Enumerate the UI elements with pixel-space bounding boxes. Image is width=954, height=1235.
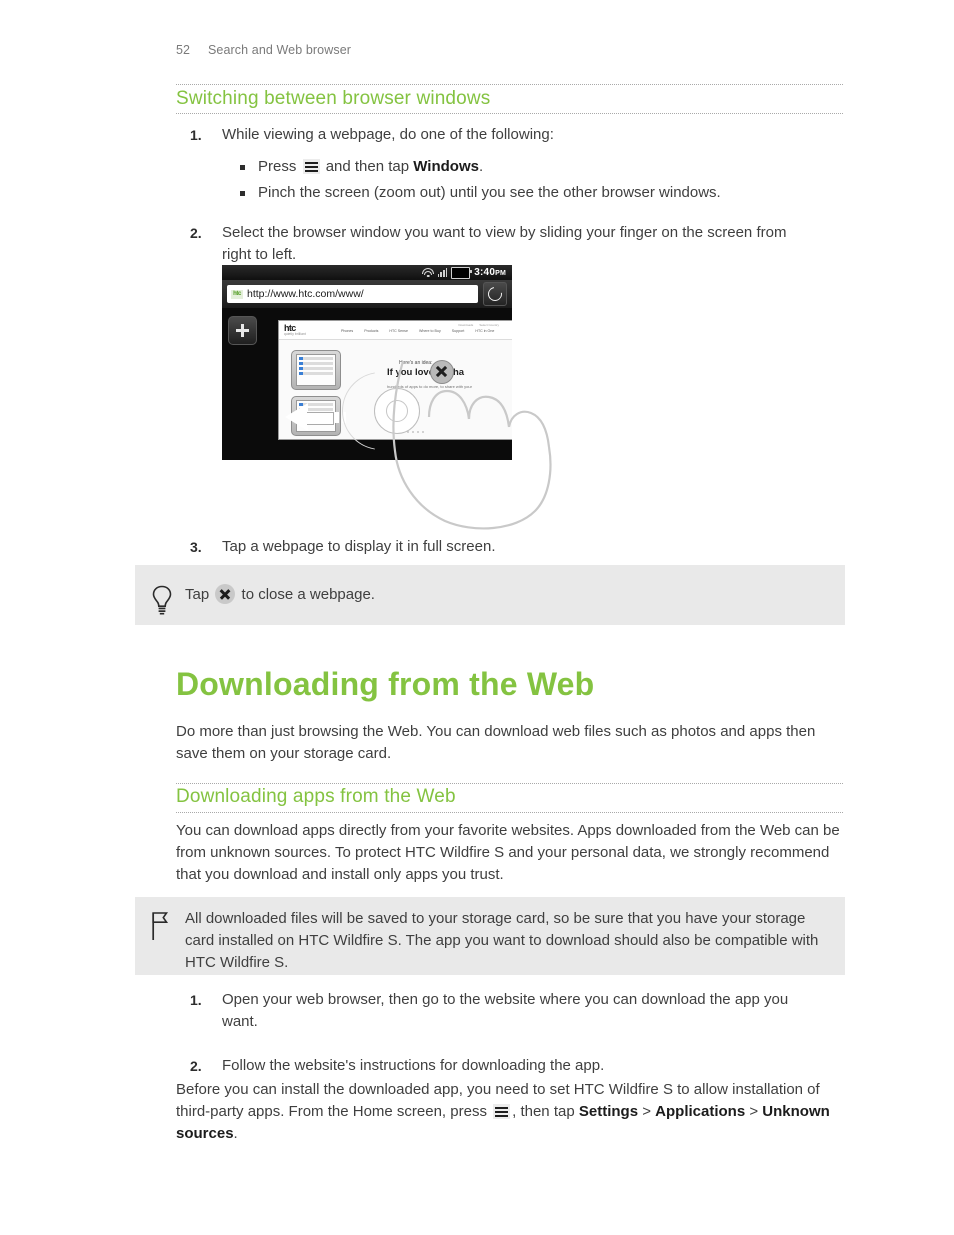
- list-item: 1. Open your web browser, then go to the…: [176, 989, 846, 1033]
- note-callout: All downloaded files will be saved to yo…: [135, 897, 845, 975]
- heading-rule-bottom: [176, 113, 843, 114]
- nav-item: HTC in One: [475, 329, 495, 333]
- list-item-number: 2.: [190, 225, 202, 241]
- flag-icon: [152, 912, 169, 940]
- heading-downloading-from-the-web: Downloading from the Web: [176, 666, 595, 702]
- sub-item-middle: and then tap: [325, 158, 410, 175]
- closing-period: .: [233, 1125, 238, 1142]
- list-item: Pinch the screen (zoom out) until you se…: [222, 182, 846, 204]
- document-page: 52 Search and Web browser Switching betwe…: [0, 0, 954, 1235]
- heading-switching-browser-windows: Switching between browser windows: [176, 88, 491, 109]
- downloading-steps-list: 1. Open your web browser, then go to the…: [176, 989, 846, 1091]
- header-section-title: Search and Web browser: [208, 43, 352, 57]
- nav-item: Products: [364, 329, 379, 333]
- phone-url-bar: htc http://www.htc.com/www/: [222, 280, 512, 308]
- thumbnail-utility-nav: Downloads Select Country: [458, 323, 499, 327]
- list-item-text: Select the browser window you want to vi…: [222, 224, 787, 263]
- closing-part-two: , then tap: [512, 1103, 575, 1120]
- swipe-arrow-icon: [285, 403, 351, 431]
- thumbnail-nav: Phones Products HTC Sense Where to Buy S…: [341, 329, 494, 333]
- thumbnail-headline-small: Here's an idea:: [399, 360, 433, 366]
- htc-favicon-icon: htc: [231, 289, 243, 299]
- list-item: Press and then tap Windows.: [222, 156, 846, 178]
- closing-bold-settings: Settings: [578, 1103, 639, 1120]
- lightbulb-icon: [152, 585, 172, 615]
- utility-item: Select Country: [479, 323, 499, 327]
- list-item: 2. Follow the website's instructions for…: [176, 1055, 846, 1077]
- status-bar-time: 3:40PM: [474, 267, 506, 278]
- subheading-rule-top: [176, 783, 843, 784]
- subheading-rule-bottom: [176, 812, 843, 813]
- closing-separator: >: [642, 1103, 651, 1120]
- heading-downloading-apps-from-the-web: Downloading apps from the Web: [176, 786, 456, 807]
- tip-prefix: Tap: [185, 586, 210, 603]
- nav-item: HTC Sense: [389, 329, 408, 333]
- url-input[interactable]: htc http://www.htc.com/www/: [227, 285, 478, 303]
- list-item-text: While viewing a webpage, do one of the f…: [222, 126, 554, 143]
- list-item-number: 1.: [190, 127, 202, 143]
- wifi-icon: [422, 268, 435, 277]
- nav-item: Where to Buy: [418, 329, 441, 333]
- window-switcher-canvas: Web Images Videos New Go htc quietly bri…: [222, 308, 512, 460]
- list-item: 1. While viewing a webpage, do one of th…: [176, 124, 846, 204]
- downloading-apps-paragraph: You can download apps directly from your…: [176, 822, 840, 883]
- reload-button[interactable]: [483, 282, 507, 306]
- tip-suffix: to close a webpage.: [241, 586, 375, 603]
- list-item-number: 3.: [190, 539, 202, 555]
- close-window-button[interactable]: [430, 360, 454, 384]
- hand-gesture-overlay: [342, 372, 512, 460]
- list-item-number: 1.: [190, 992, 202, 1008]
- list-item-text: Follow the website's instructions for do…: [222, 1057, 605, 1074]
- thumbnail-device-image: [291, 350, 341, 390]
- list-item-number: 2.: [190, 1058, 202, 1074]
- status-bar-ampm: PM: [495, 270, 506, 277]
- note-text: All downloaded files will be saved to yo…: [185, 910, 819, 971]
- list-item-text: Tap a webpage to display it in full scre…: [222, 538, 496, 555]
- list-item: 2. Select the browser window you want to…: [176, 222, 846, 266]
- sub-item-prefix: Press: [258, 158, 297, 175]
- running-header: 52 Search and Web browser: [176, 43, 351, 57]
- closing-separator: >: [749, 1103, 759, 1120]
- menu-key-icon: [493, 1104, 511, 1119]
- list-item-text: Open your web browser, then go to the we…: [222, 991, 789, 1030]
- url-text: http://www.htc.com/www/: [247, 288, 364, 300]
- sub-item-text: Pinch the screen (zoom out) until you se…: [258, 184, 721, 201]
- htc-tagline: quietly brilliant: [284, 332, 306, 336]
- nav-item: Phones: [341, 329, 354, 333]
- page-number: 52: [176, 43, 191, 57]
- sub-bullet-list: Press and then tap Windows. Pinch the sc…: [222, 156, 846, 204]
- signal-bars-icon: [437, 268, 448, 277]
- tip-callout: Tap to close a webpage.: [135, 565, 845, 625]
- closing-bold-applications: Applications: [655, 1103, 746, 1120]
- utility-item: Downloads: [458, 323, 474, 327]
- battery-icon: [451, 266, 473, 279]
- phone-status-bar: 3:40PM: [222, 265, 512, 280]
- sub-item-bold: Windows: [413, 158, 479, 175]
- add-window-button[interactable]: [228, 316, 257, 345]
- list-item: 3. Tap a webpage to display it in full s…: [176, 536, 846, 558]
- phone-screenshot-figure: 3:40PM htc http://www.htc.com/www/ Web I…: [222, 265, 512, 460]
- heading-rule-top: [176, 84, 843, 85]
- thumbnail-header: htc quietly brilliant Phones Products HT…: [279, 321, 512, 340]
- sub-item-suffix: .: [478, 158, 484, 175]
- downloading-intro-paragraph: Do more than just browsing the Web. You …: [176, 723, 816, 762]
- close-x-icon: [215, 584, 236, 604]
- menu-key-icon: [302, 159, 320, 174]
- nav-item: Support: [451, 329, 465, 333]
- fingertip-icon: [374, 388, 420, 434]
- switching-steps-list: 1. While viewing a webpage, do one of th…: [176, 124, 846, 280]
- reload-icon: [485, 284, 505, 304]
- tip-text: Tap to close a webpage.: [185, 584, 825, 606]
- closing-paragraph: Before you can install the downloaded ap…: [176, 1079, 836, 1145]
